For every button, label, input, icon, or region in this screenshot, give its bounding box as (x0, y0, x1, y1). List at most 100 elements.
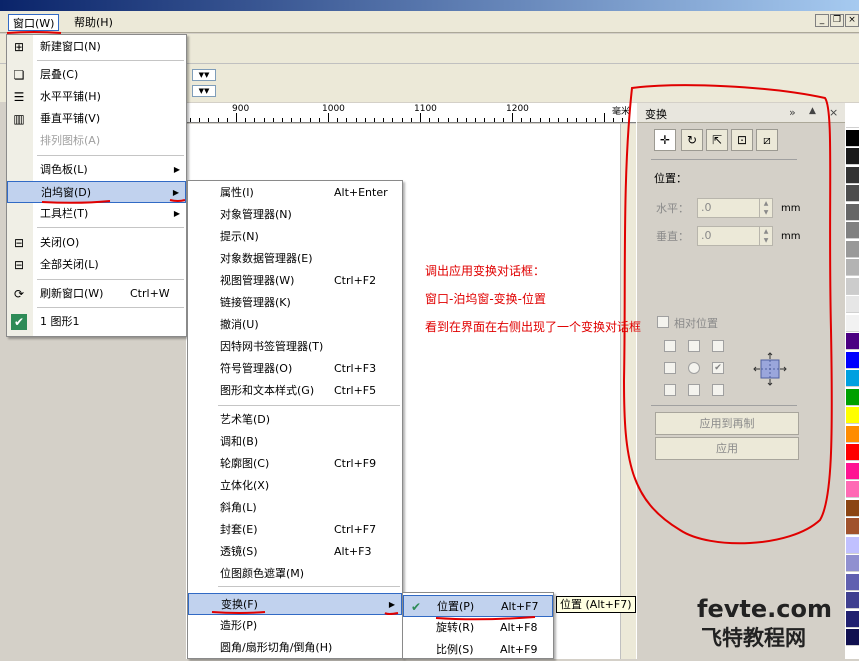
close-icon[interactable]: × (845, 14, 859, 27)
docker-menu-item-label: 对象数据管理器(E) (220, 252, 313, 265)
window-menu-item[interactable]: ⊟ 关闭(O) (7, 232, 186, 254)
docker-menu-item[interactable]: 符号管理器(O) Ctrl+F3 (188, 358, 402, 380)
docker-menu-item[interactable]: 斜角(L) (188, 497, 402, 519)
ruler-tick (218, 118, 219, 122)
docker-menu-item[interactable]: 立体化(X) (188, 475, 402, 497)
docker-menu-item-label: 斜角(L) (220, 501, 257, 514)
window-menu-item-label: 全部关闭(L) (40, 258, 99, 271)
menu-separator (37, 60, 184, 61)
docker-menu-item[interactable]: 调和(B) (188, 431, 402, 453)
menu-separator (218, 586, 400, 587)
docker-menu-item[interactable]: 因特网书签管理器(T) (188, 336, 402, 358)
color-swatch[interactable] (846, 240, 859, 258)
color-swatch[interactable] (846, 166, 859, 184)
color-swatch[interactable] (846, 573, 859, 591)
docker-menu-item-label: 圆角/扇形切角/倒角(H) (220, 641, 333, 654)
docker-menu-item[interactable]: 圆角/扇形切角/倒角(H) (188, 637, 402, 659)
color-swatch[interactable] (846, 536, 859, 554)
dropdown-arrow-icon[interactable]: ▼▼ (192, 85, 216, 97)
color-swatch[interactable] (846, 148, 859, 165)
docker-menu-item[interactable]: 链接管理器(K) (188, 292, 402, 314)
horizontal-ruler: 900 1000 1100 1200 毫米 (186, 103, 636, 123)
color-swatch[interactable] (846, 296, 859, 313)
docker-submenu: 属性(I) Alt+Enter 对象管理器(N) 提示(N) 对象数据管理器(E) 视图管… (187, 180, 403, 659)
color-swatch[interactable] (846, 203, 859, 221)
docker-menu-item[interactable]: 属性(I) Alt+Enter (188, 182, 402, 204)
ruler-tick (576, 118, 577, 122)
ruler-tick (466, 118, 467, 122)
color-swatch[interactable] (846, 259, 859, 276)
window-menu-item[interactable]: ☰ 水平平铺(H) (7, 86, 186, 108)
color-swatch[interactable] (846, 481, 859, 498)
color-swatch[interactable] (846, 499, 859, 517)
ruler-tick (365, 118, 366, 122)
minimize-icon[interactable]: _ (815, 14, 829, 27)
restore-icon[interactable]: ❐ (830, 14, 844, 27)
shortcut-label: Ctrl+F2 (334, 274, 377, 287)
color-swatch[interactable] (846, 222, 859, 239)
docker-menu-item[interactable]: 视图管理器(W) Ctrl+F2 (188, 270, 402, 292)
docker-menu-item[interactable]: 提示(N) (188, 226, 402, 248)
docker-menu-item[interactable]: 对象数据管理器(E) (188, 248, 402, 270)
annotation-line-2: 窗口-泊坞窗-变换-位置 (425, 292, 546, 306)
color-swatch[interactable] (846, 592, 859, 609)
window-menu-item[interactable]: 排列图标(A) (7, 130, 186, 152)
window-menu-item[interactable]: 调色板(L) ▶ (7, 159, 186, 181)
window-menu-item[interactable]: ❏ 层叠(C) (7, 64, 186, 86)
docker-menu-item[interactable]: 对象管理器(N) (188, 204, 402, 226)
color-swatch[interactable] (846, 555, 859, 572)
docker-menu-item[interactable]: 撤消(U) (188, 314, 402, 336)
ruler-tick (595, 118, 596, 122)
docker-menu-item[interactable]: 透镜(S) Alt+F3 (188, 541, 402, 563)
docker-menu-item-label: 位图颜色遮罩(M) (220, 567, 305, 580)
color-swatch[interactable] (846, 111, 859, 128)
window-menu-item-label: 水平平铺(H) (40, 90, 101, 103)
tile-vertical-icon: ▥ (13, 112, 25, 126)
ruler-tick (586, 118, 587, 122)
color-swatch[interactable] (846, 129, 859, 147)
color-swatch[interactable] (846, 388, 859, 406)
window-menu-item[interactable]: ▥ 垂直平铺(V) (7, 108, 186, 130)
docker-menu-item-label: 视图管理器(W) (220, 274, 295, 287)
ruler-tick (227, 118, 228, 122)
shortcut-label: Ctrl+W (130, 287, 170, 300)
annotation-line-1: 调出应用变换对话框： (425, 264, 546, 278)
color-swatch[interactable] (846, 370, 859, 387)
ruler-tick (402, 118, 403, 122)
color-swatch[interactable] (846, 462, 859, 480)
tile-horizontal-icon: ☰ (13, 90, 25, 104)
color-swatch[interactable] (846, 407, 859, 424)
menu-help[interactable]: 帮助(H) (70, 14, 117, 31)
watermark-name: 飞特教程网 (701, 626, 806, 650)
docker-menu-item[interactable]: 艺术笔(D) (188, 409, 402, 431)
window-menu-item[interactable]: ✔ 1 图形1 (7, 311, 186, 333)
docker-menu-item[interactable]: 封套(E) Ctrl+F7 (188, 519, 402, 541)
color-swatch[interactable] (846, 351, 859, 369)
color-swatch[interactable] (846, 277, 859, 295)
docker-menu-item[interactable]: 位图颜色遮罩(M) (188, 563, 402, 585)
window-menu-item[interactable]: ⟳ 刷新窗口(W) Ctrl+W (7, 283, 186, 305)
color-swatch[interactable] (846, 444, 859, 461)
docker-menu-item[interactable]: 轮廓图(C) Ctrl+F9 (188, 453, 402, 475)
color-swatch[interactable] (846, 314, 859, 332)
window-menu-item[interactable]: ⊞ 新建窗口(N) (7, 36, 186, 58)
ruler-label: 1100 (414, 104, 437, 114)
color-swatch[interactable] (846, 185, 859, 202)
menu-separator (37, 279, 184, 280)
close-window-icon: ⊟ (13, 236, 25, 250)
ruler-tick (199, 118, 200, 122)
ruler-tick (337, 118, 338, 122)
menubar: 窗口(W) 帮助(H) _ ❐ × (0, 11, 859, 33)
ruler-tick (448, 118, 449, 122)
color-swatch[interactable] (846, 333, 859, 350)
color-swatch[interactable] (846, 610, 859, 628)
transform-menu-item[interactable]: 比例(S) Alt+F9 (403, 639, 553, 661)
dropdown-arrow-icon[interactable]: ▼▼ (192, 69, 216, 81)
refresh-window-icon: ⟳ (13, 287, 25, 301)
color-swatch[interactable] (846, 629, 859, 646)
menu-window[interactable]: 窗口(W) (8, 14, 60, 31)
color-swatch[interactable] (846, 425, 859, 443)
window-menu-item[interactable]: ⊟ 全部关闭(L) (7, 254, 186, 276)
docker-menu-item[interactable]: 图形和文本样式(G) Ctrl+F5 (188, 380, 402, 402)
color-swatch[interactable] (846, 518, 859, 535)
